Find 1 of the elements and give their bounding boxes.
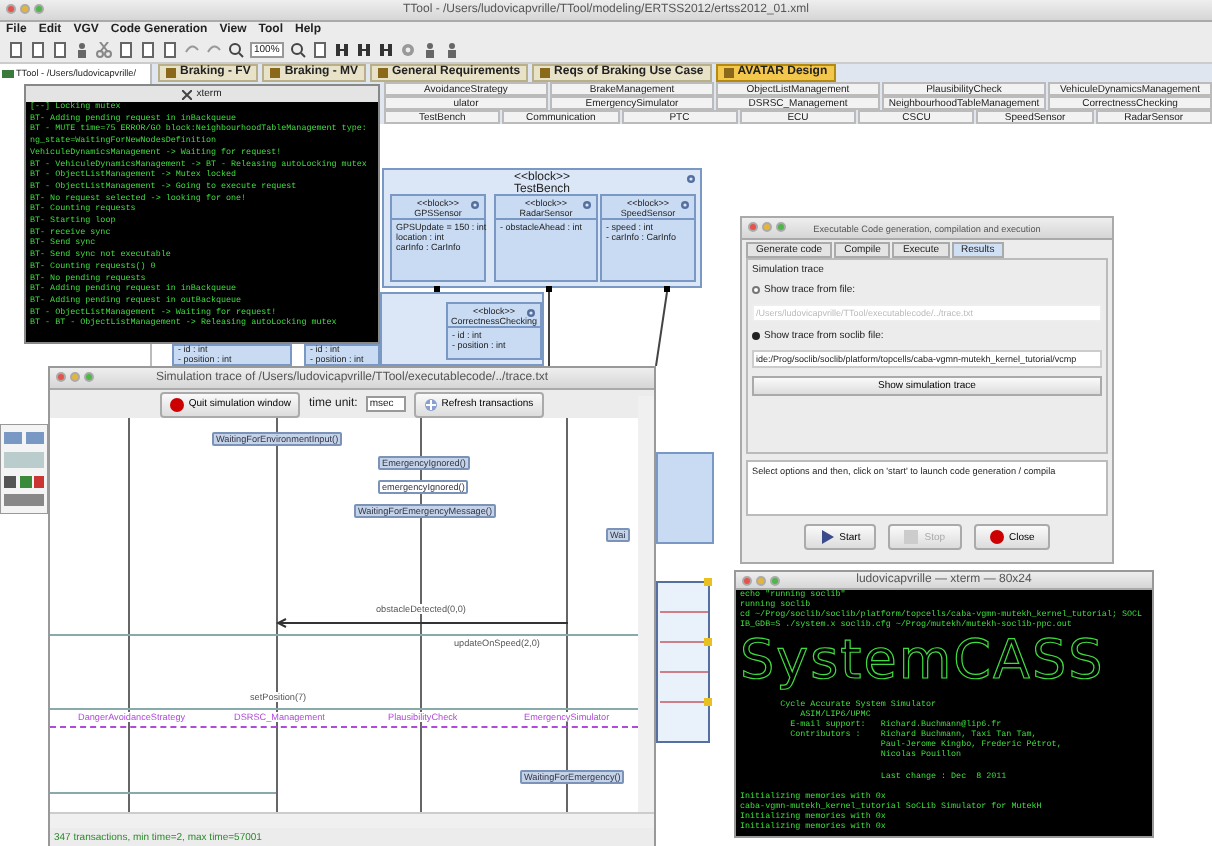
banner-text: SystemCASS: [740, 631, 1105, 692]
